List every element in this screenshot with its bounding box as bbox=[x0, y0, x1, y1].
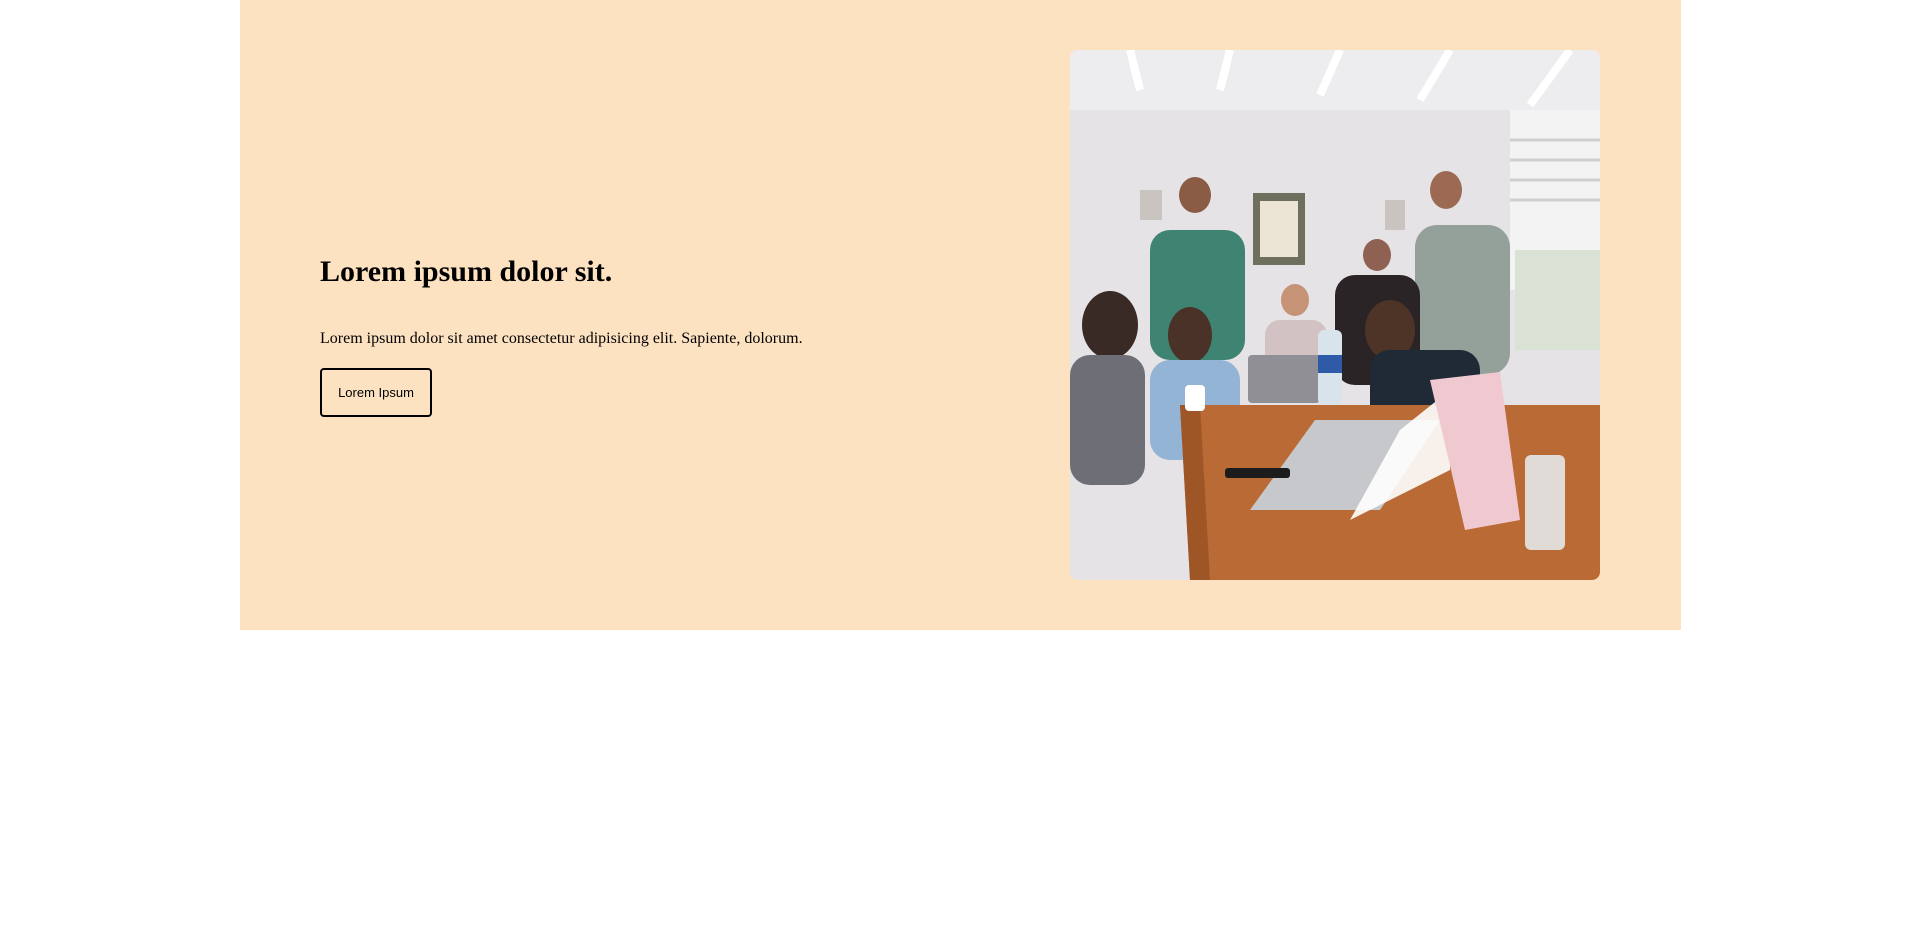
team-meeting-photo bbox=[1070, 50, 1600, 580]
hero-section: Lorem ipsum dolor sit. Lorem ipsum dolor… bbox=[240, 0, 1681, 630]
hero-title: Lorem ipsum dolor sit. bbox=[320, 255, 613, 288]
photo-illustration bbox=[1070, 50, 1600, 580]
hero-description: Lorem ipsum dolor sit amet consectetur a… bbox=[320, 330, 803, 347]
hero-cta-button[interactable]: Lorem Ipsum bbox=[320, 368, 432, 417]
hero-text-block: Lorem ipsum dolor sit. Lorem ipsum dolor… bbox=[320, 252, 920, 417]
